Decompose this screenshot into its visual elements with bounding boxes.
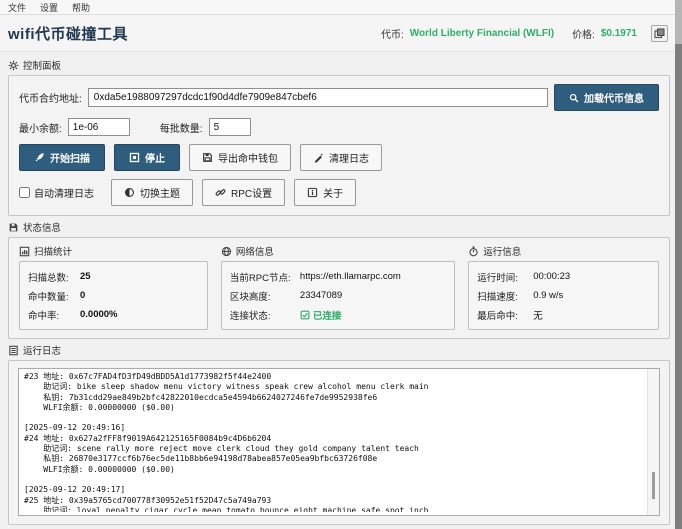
scan-total-row: 扫描总数: 25 xyxy=(28,267,199,286)
control-panel-header: 控制面板 xyxy=(8,58,670,72)
scan-speed-row: 扫描速度: 0.9 w/s xyxy=(477,286,650,305)
gear-icon xyxy=(8,60,19,71)
chart-icon xyxy=(19,246,30,257)
auto-clear-checkbox[interactable] xyxy=(19,187,30,198)
contract-address-input[interactable] xyxy=(88,88,548,107)
window-scrollbar[interactable] xyxy=(675,0,682,529)
export-wallets-button[interactable]: 导出命中钱包 xyxy=(189,144,291,171)
price-value: $0.1971 xyxy=(601,28,637,39)
save-icon xyxy=(202,152,213,163)
runtime-info-title: 运行信息 xyxy=(483,244,521,258)
status-panel: 扫描统计 扫描总数: 25 命中数量: 0 命中率: 0.0000% xyxy=(8,237,670,339)
last-hit-row: 最后命中: 无 xyxy=(477,305,650,324)
log-panel: #23 地址: 0x67c7FAD4fD3fD49dBDD5A1d1773982… xyxy=(8,360,670,525)
hit-rate-row: 命中率: 0.0000% xyxy=(28,305,199,324)
corner-tool-button[interactable] xyxy=(651,25,668,42)
connection-status-row: 连接状态: 已连接 xyxy=(230,305,446,324)
link-icon xyxy=(215,187,226,198)
runtime-row: 运行时间: 00:00:23 xyxy=(477,267,650,286)
log-scrollbar[interactable] xyxy=(647,369,659,515)
price-label: 价格: xyxy=(572,26,595,41)
log-output[interactable]: #23 地址: 0x67c7FAD4fD3fD49dBDD5A1d1773982… xyxy=(18,368,660,516)
page-title: wifi代币碰撞工具 xyxy=(8,23,128,44)
stop-icon xyxy=(129,152,140,163)
log-section-title: 运行日志 xyxy=(23,343,61,357)
log-scrollbar-thumb[interactable] xyxy=(652,472,655,499)
min-balance-label: 最小余额: xyxy=(19,120,62,135)
control-panel-title: 控制面板 xyxy=(23,58,61,72)
menu-help[interactable]: 帮助 xyxy=(72,1,90,14)
window-scrollbar-thumb[interactable] xyxy=(675,44,682,529)
disk-icon xyxy=(8,222,19,233)
scan-total-value: 25 xyxy=(80,271,91,282)
auto-clear-checkbox-wrap[interactable]: 自动清理日志 xyxy=(19,185,94,200)
hit-count-value: 0 xyxy=(80,290,85,301)
log-text: #23 地址: 0x67c7FAD4fD3fD49dBDD5A1d1773982… xyxy=(24,372,645,512)
block-height-value: 23347089 xyxy=(300,290,342,301)
start-scan-button[interactable]: 开始扫描 xyxy=(19,144,105,171)
globe-icon xyxy=(221,246,232,257)
network-info-title: 网络信息 xyxy=(236,244,274,258)
token-value: World Liberty Financial (WLFI) xyxy=(410,28,554,39)
runtime-info-column: 运行信息 运行时间: 00:00:23 扫描速度: 0.9 w/s 最后命中: … xyxy=(468,244,659,330)
search-icon xyxy=(569,93,579,103)
menu-bar: 文件 设置 帮助 xyxy=(0,0,682,15)
stopwatch-icon xyxy=(468,246,479,257)
stop-button[interactable]: 停止 xyxy=(114,144,180,171)
scan-stats-column: 扫描统计 扫描总数: 25 命中数量: 0 命中率: 0.0000% xyxy=(19,244,208,330)
app-window: 文件 设置 帮助 wifi代币碰撞工具 代币: World Liberty Fi… xyxy=(0,0,682,529)
contract-address-label: 代币合约地址: xyxy=(19,90,82,105)
rpc-node-row: 当前RPC节点: https://eth.llamarpc.com xyxy=(230,267,446,286)
status-section-title: 状态信息 xyxy=(23,220,61,234)
token-label: 代币: xyxy=(381,26,404,41)
log-section-header: 运行日志 xyxy=(8,343,670,357)
hit-count-row: 命中数量: 0 xyxy=(28,286,199,305)
token-info: 代币: World Liberty Financial (WLFI) 价格: $… xyxy=(381,25,668,42)
batch-size-input[interactable] xyxy=(209,118,251,136)
overlap-squares-icon xyxy=(654,28,665,39)
about-button[interactable]: 关于 xyxy=(294,179,356,206)
checkbox-check-icon xyxy=(300,310,310,320)
runtime-value: 00:00:23 xyxy=(533,271,570,282)
scan-speed-value: 0.9 w/s xyxy=(533,290,563,301)
scan-stats-title: 扫描统计 xyxy=(34,244,72,258)
network-info-column: 网络信息 当前RPC节点: https://eth.llamarpc.com 区… xyxy=(221,244,455,330)
control-panel: 代币合约地址: 加载代币信息 最小余额: 每批数量: xyxy=(8,75,670,216)
menu-file[interactable]: 文件 xyxy=(8,1,26,14)
theme-contrast-icon xyxy=(124,187,135,198)
rocket-icon xyxy=(34,152,45,163)
connection-status-value: 已连接 xyxy=(313,308,342,322)
batch-size-label: 每批数量: xyxy=(160,120,203,135)
min-balance-input[interactable] xyxy=(68,118,130,136)
block-height-row: 区块高度: 23347089 xyxy=(230,286,446,305)
last-hit-value: 无 xyxy=(533,308,543,322)
status-section-header: 状态信息 xyxy=(8,220,670,234)
status-badge: 已连接 xyxy=(300,308,342,322)
info-icon xyxy=(307,187,318,198)
log-list-icon xyxy=(8,345,19,356)
load-token-button[interactable]: 加载代币信息 xyxy=(554,84,659,111)
toggle-theme-button[interactable]: 切换主题 xyxy=(111,179,193,206)
auto-clear-label: 自动清理日志 xyxy=(34,185,94,200)
main-content: 控制面板 代币合约地址: 加载代币信息 最小余额: 每批数量: xyxy=(0,52,682,529)
header: wifi代币碰撞工具 代币: World Liberty Financial (… xyxy=(0,15,682,52)
pencil-icon xyxy=(313,152,324,163)
menu-settings[interactable]: 设置 xyxy=(40,1,58,14)
rpc-settings-button[interactable]: RPC设置 xyxy=(202,179,285,206)
hit-rate-value: 0.0000% xyxy=(80,309,118,320)
clear-log-button[interactable]: 清理日志 xyxy=(300,144,382,171)
rpc-node-value: https://eth.llamarpc.com xyxy=(300,271,401,282)
